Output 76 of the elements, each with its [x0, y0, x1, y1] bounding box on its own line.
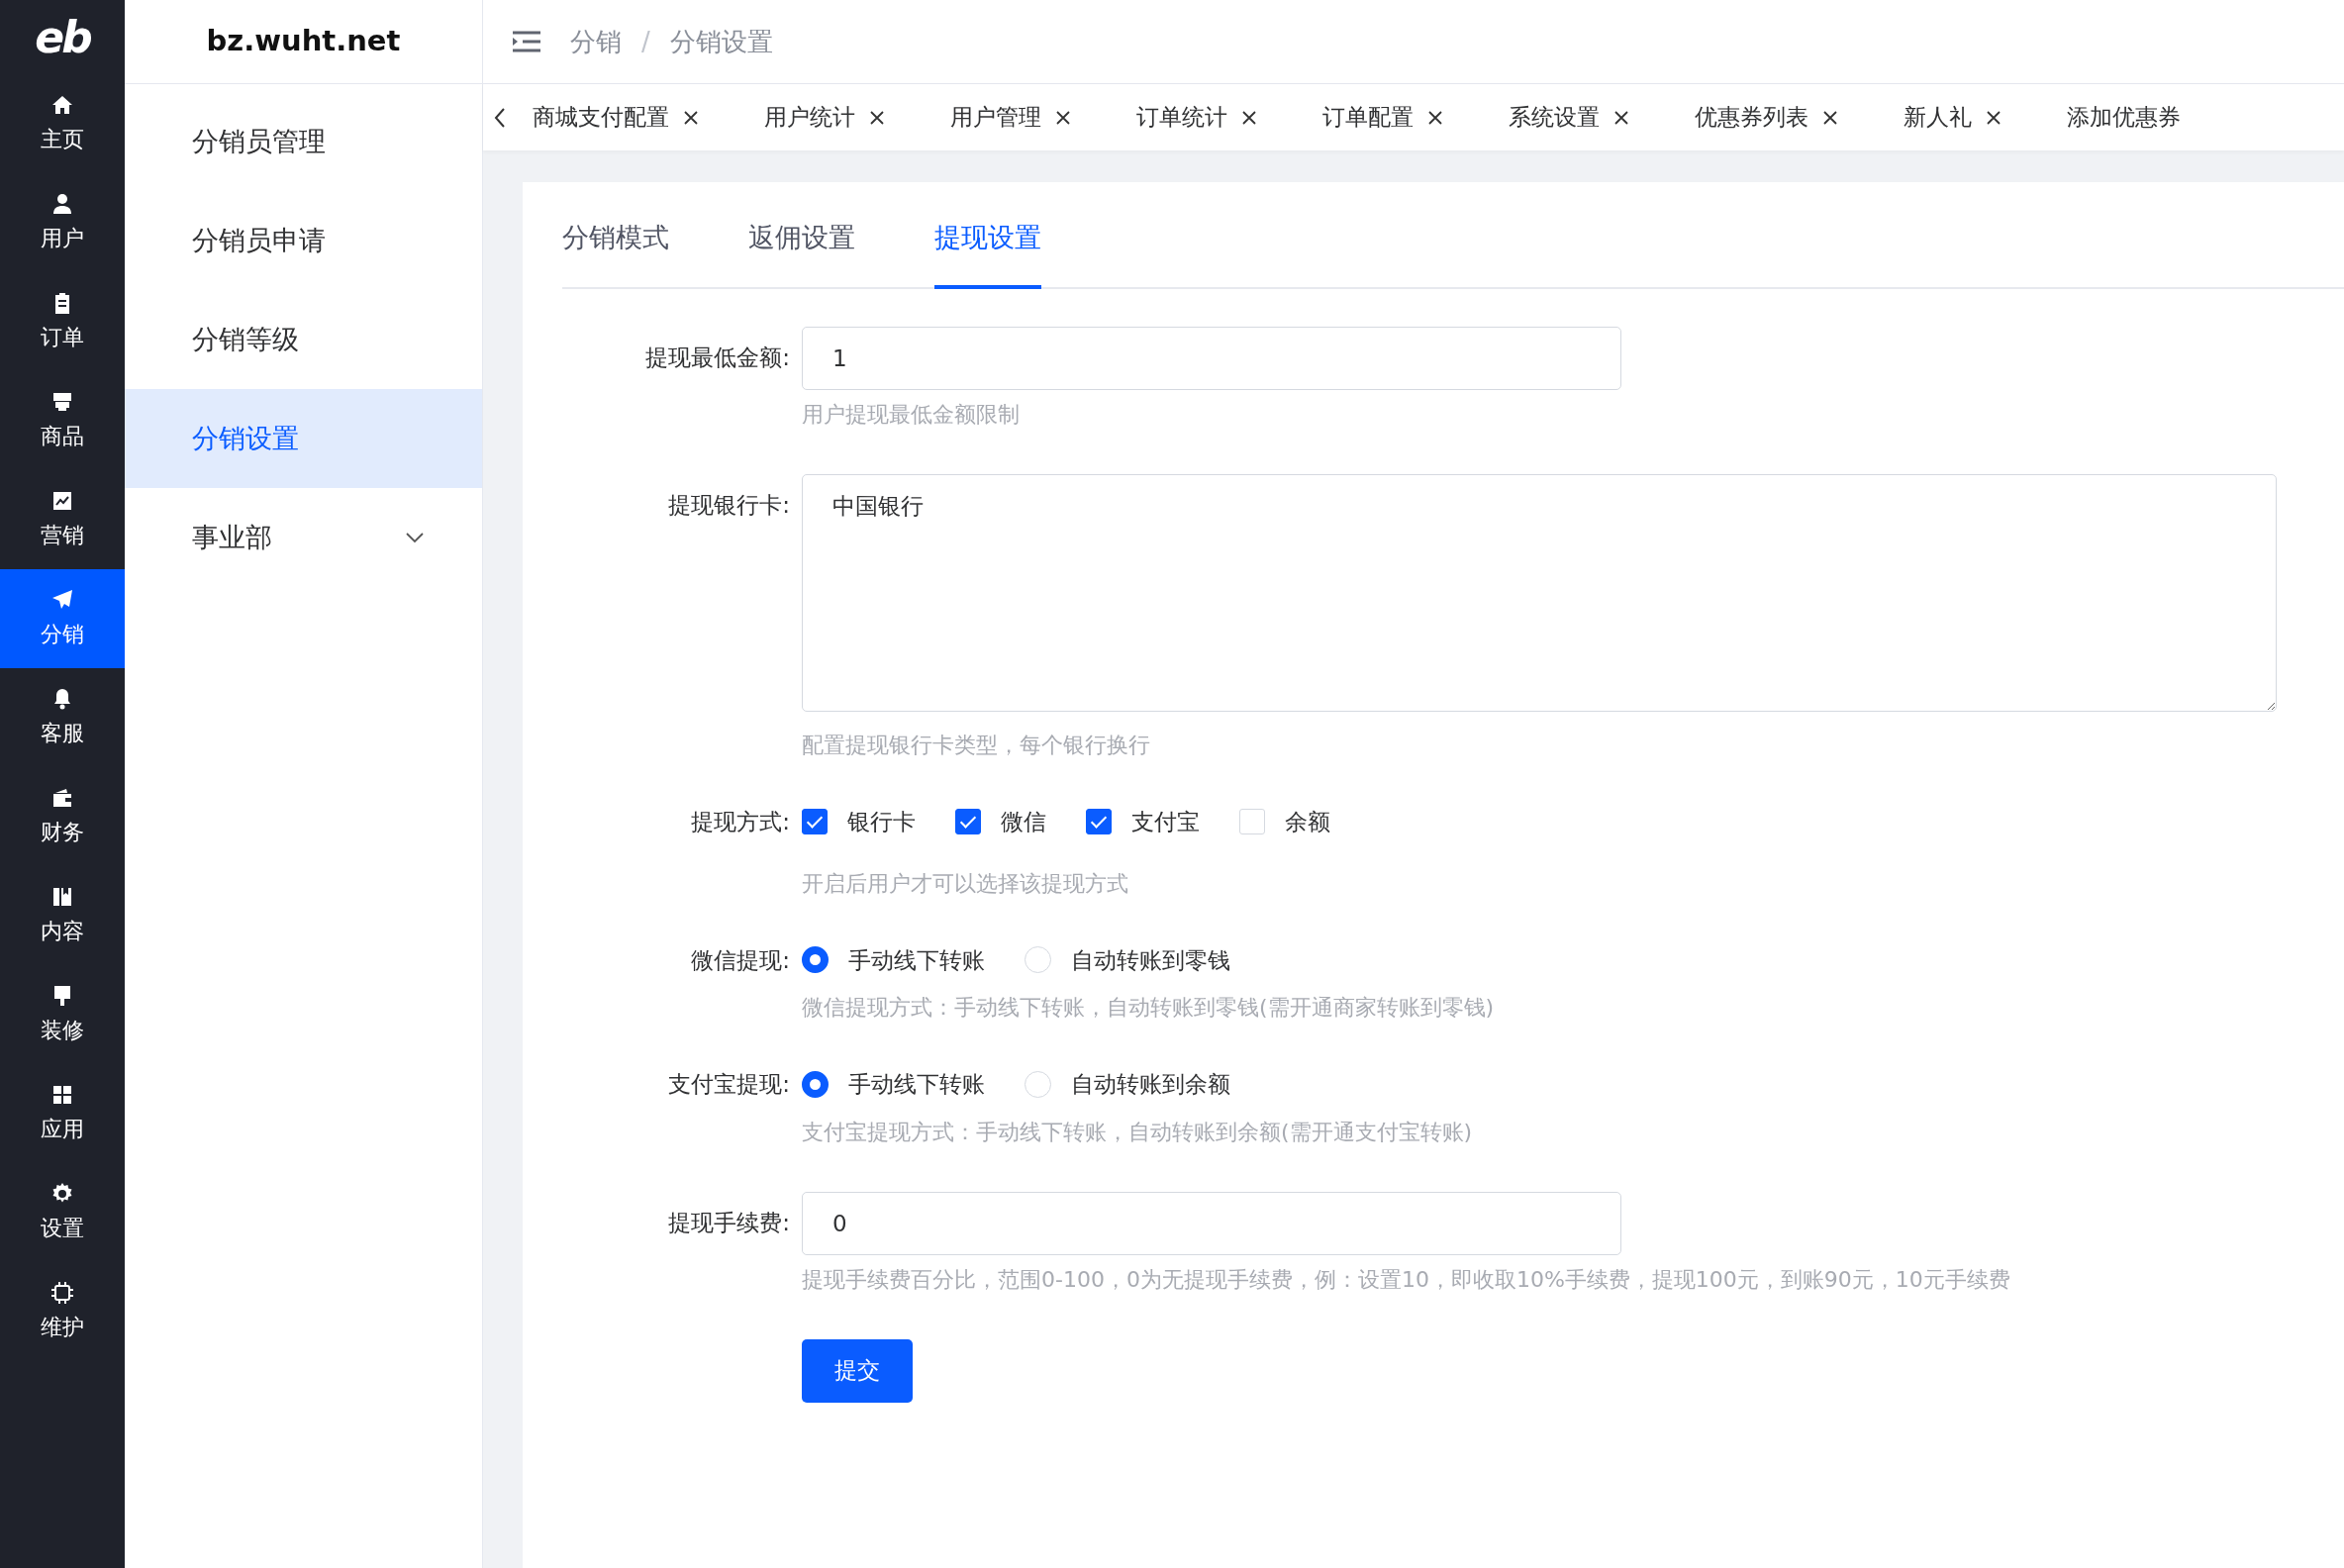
page-tab[interactable]: 新人礼 — [1884, 100, 2021, 135]
nav-item[interactable]: 维护 — [0, 1262, 125, 1361]
nav-item[interactable]: 营销 — [0, 470, 125, 569]
field-label: 微信提现: — [690, 945, 790, 975]
page-tab[interactable]: 用户统计 — [744, 100, 905, 135]
option-label: 微信 — [1001, 808, 1046, 836]
field-label: 提现手续费: — [667, 1208, 790, 1237]
nav-item[interactable]: 客服 — [0, 668, 125, 767]
nav-item[interactable]: 商品 — [0, 371, 125, 470]
page-tab[interactable]: 优惠券列表 — [1675, 100, 1858, 135]
close-icon[interactable] — [869, 109, 885, 126]
close-icon[interactable] — [683, 109, 699, 126]
close-icon[interactable] — [1613, 109, 1629, 126]
help-text: 微信提现方式：手动线下转账，自动转账到零钱(需开通商家转账到零钱) — [802, 994, 1496, 1022]
nav-item[interactable]: 设置 — [0, 1163, 125, 1262]
tab[interactable]: 提现设置 — [934, 216, 1041, 289]
menu-item[interactable]: 分销设置 — [125, 389, 482, 488]
field-label: 提现最低金额: — [644, 343, 790, 372]
field-label: 提现银行卡: — [667, 491, 790, 520]
site-title: bz.wuht.net — [125, 0, 482, 84]
breadcrumb-separator: / — [641, 25, 650, 58]
checkbox[interactable] — [955, 809, 981, 835]
close-icon[interactable] — [1427, 109, 1443, 126]
breadcrumb-item: 分销设置 — [669, 25, 773, 58]
page-tab[interactable]: 订单统计 — [1117, 100, 1277, 135]
menu-item[interactable]: 分销员管理 — [125, 92, 482, 191]
option-label: 自动转账到余额 — [1071, 1070, 1230, 1099]
chip-icon — [50, 1280, 74, 1305]
help-text: 提现手续费百分比，范围0-100，0为无提现手续费，例：设置10，即收取10%手续费，提现100元，到账90元，10元手续费 — [802, 1265, 2011, 1294]
nav-item[interactable]: 用户 — [0, 173, 125, 272]
page-tab[interactable]: 用户管理 — [930, 100, 1091, 135]
close-icon[interactable] — [1055, 109, 1071, 126]
nav-item[interactable]: 订单 — [0, 272, 125, 371]
nav-item[interactable]: 财务 — [0, 767, 125, 866]
menu-item[interactable]: 分销等级 — [125, 290, 482, 389]
option-label: 手动线下转账 — [848, 1070, 985, 1099]
submit-button[interactable]: 提交 — [802, 1338, 913, 1403]
option-label: 银行卡 — [847, 808, 916, 836]
field-label: 提现方式: — [690, 808, 790, 836]
help-text: 配置提现银行卡类型，每个银行换行 — [802, 732, 1151, 759]
page-tab[interactable]: 订单配置 — [1303, 100, 1463, 135]
page-tab[interactable]: 系统设置 — [1489, 100, 1649, 135]
menu-item[interactable]: 分销员申请 — [125, 191, 482, 290]
help-text: 支付宝提现方式：手动线下转账，自动转账到余额(需开通支付宝转账) — [802, 1118, 1474, 1146]
checkbox[interactable] — [802, 809, 828, 835]
help-text: 用户提现最低金额限制 — [802, 401, 1021, 429]
close-icon[interactable] — [1822, 109, 1838, 126]
field-label: 支付宝提现: — [667, 1070, 790, 1099]
nav-item[interactable]: 应用 — [0, 1064, 125, 1163]
option-label: 余额 — [1285, 808, 1330, 836]
help-text: 开启后用户才可以选择该提现方式 — [802, 869, 1129, 898]
close-icon[interactable] — [1986, 109, 2002, 126]
radio-button[interactable] — [802, 1070, 829, 1098]
checkbox[interactable] — [1086, 809, 1112, 835]
tab[interactable]: 分销模式 — [562, 216, 669, 289]
logo: eb — [34, 10, 92, 64]
page-tab[interactable]: 添加优惠券 — [2047, 100, 2200, 135]
radio-button[interactable] — [802, 946, 829, 974]
option-label: 手动线下转账 — [848, 945, 985, 975]
input-field[interactable]: 1 — [802, 327, 1621, 390]
page-tab[interactable]: 商城支付配置 — [513, 100, 719, 135]
menu-icon[interactable] — [513, 31, 540, 52]
scroll-left-icon[interactable] — [493, 106, 507, 129]
nav-item[interactable]: 分销 — [0, 569, 125, 668]
menu-item[interactable]: 事业部 — [125, 488, 482, 587]
tab[interactable]: 返佣设置 — [748, 216, 855, 289]
nav-item[interactable]: 主页 — [0, 74, 125, 173]
nav-item[interactable]: 内容 — [0, 866, 125, 965]
user-icon — [50, 191, 74, 216]
chevron-icon — [405, 532, 425, 543]
option-label: 支付宝 — [1131, 808, 1200, 836]
input-field[interactable]: 0 — [802, 1191, 1621, 1255]
text-area[interactable]: 中国银行 — [802, 474, 2277, 712]
option-label: 自动转账到零钱 — [1071, 945, 1230, 975]
close-icon[interactable] — [1241, 109, 1257, 126]
nav-item[interactable]: 装修 — [0, 965, 125, 1064]
